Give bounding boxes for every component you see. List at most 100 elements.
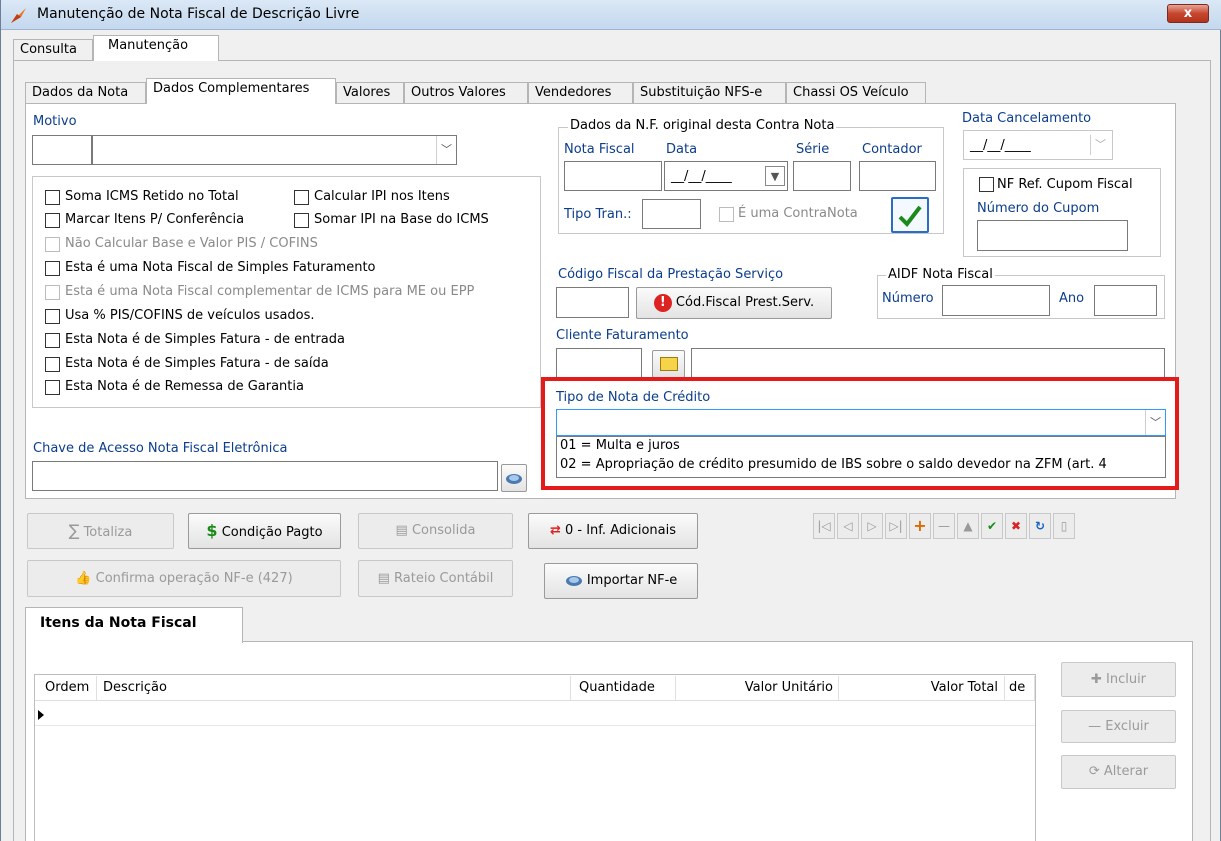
inf-adicionais-button[interactable]: ⇄ 0 - Inf. Adicionais [528,513,698,549]
col-de[interactable]: de [1005,676,1035,700]
chevron-down-icon[interactable]: ﹀ [1145,410,1165,435]
usa-pis-checkbox[interactable] [45,309,60,324]
tab-dados-da-nota[interactable]: Dados da Nota [25,82,146,104]
tab-vendedores[interactable]: Vendedores [528,82,633,104]
tab-outros-valores[interactable]: Outros Valores [404,82,528,104]
importar-nfe-button[interactable]: Importar NF-e [544,563,698,599]
sigma-icon: ∑ [68,521,80,540]
chevron-down-icon[interactable]: ﹀ [436,136,456,164]
simples-faturamento-checkbox[interactable] [45,261,60,276]
arrows-icon: ⇄ [549,523,561,538]
plus-icon: ✚ [1090,672,1102,687]
soma-icms-label: Soma ICMS Retido no Total [65,189,239,204]
tab-dados-complementares[interactable]: Dados Complementares [146,78,336,104]
tab-consulta[interactable]: Consulta [13,39,93,61]
codigo-fiscal-button[interactable]: ! Cód.Fiscal Prest.Serv. [636,287,832,319]
contador-input[interactable] [859,161,936,191]
chevron-down-icon[interactable]: ▼ [765,166,785,186]
col-valor-unitario[interactable]: Valor Unitário [676,676,839,700]
tab-itens-nota-fiscal[interactable]: Itens da Nota Fiscal [25,607,243,643]
itens-tab-label: Itens da Nota Fiscal [40,615,197,631]
chave-label: Chave de Acesso Nota Fiscal Eletrônica [33,441,288,456]
last-record-icon: ▷| [885,513,907,539]
chevron-down-icon: ﹀ [1090,135,1110,155]
aidf-numero-input[interactable] [942,285,1050,316]
tab-manutencao[interactable]: Manutenção [93,35,219,61]
cupom-checkbox[interactable] [979,177,994,192]
codigo-fiscal-button-label: Cód.Fiscal Prest.Serv. [675,295,815,310]
numero-cupom-input[interactable] [977,220,1128,251]
rateio-button: ▤ Rateio Contábil [358,560,513,597]
title-bar: Manutenção de Nota Fiscal de Descrição L… [1,0,1221,30]
nota-fiscal-input[interactable] [564,161,662,191]
cancelamento-label: Data Cancelamento [962,111,1092,126]
col-descricao[interactable]: Descrição [97,676,571,700]
table-row[interactable] [35,701,1035,726]
dollar-icon: $ [206,521,218,540]
motivo-select[interactable]: ﹀ [92,135,457,165]
alterar-button: ⟳ Alterar [1061,755,1176,789]
tipo-tran-label: Tipo Tran.: [564,207,632,222]
insert-record-icon[interactable]: + [909,513,931,539]
refresh-icon[interactable]: ↻ [1029,513,1051,539]
col-ordem[interactable]: Ordem [35,676,97,700]
alterar-label: Alterar [1103,764,1149,779]
tipo-credito-select[interactable]: ﹀ [556,409,1166,436]
condicao-pagto-button[interactable]: $ Condição Pagto [188,513,341,549]
soma-icms-checkbox[interactable] [45,190,60,205]
motivo-code-input[interactable] [32,135,92,165]
incluir-button: ✚ Incluir [1061,662,1176,697]
calcular-ipi-checkbox[interactable] [294,190,309,205]
inf-adicionais-label: 0 - Inf. Adicionais [565,523,677,538]
tipo-credito-option-02[interactable]: 02 = Apropriação de crédito presumido de… [560,457,1107,472]
aidf-legend: AIDF Nota Fiscal [886,267,995,282]
tab-chassi-os-veiculo[interactable]: Chassi OS Veículo [786,82,926,104]
somar-ipi-checkbox[interactable] [294,213,309,228]
tab-label: Dados Complementares [153,81,310,96]
calcular-ipi-label: Calcular IPI nos Itens [314,189,450,204]
tab-label: Vendedores [535,85,612,100]
usa-pis-label: Usa % PIS/COFINS de veículos usados. [65,308,315,323]
post-record-icon[interactable]: ✔ [981,513,1003,539]
cancel-record-icon[interactable]: ✖ [1005,513,1027,539]
fatura-saida-checkbox[interactable] [45,357,60,372]
rateio-label: Rateio Contábil [394,571,494,586]
numero-cupom-label: Número do Cupom [977,201,1100,216]
confirma-nfe-button: 👍 Confirma operação NF-e (427) [27,560,341,597]
tab-valores[interactable]: Valores [336,82,404,104]
close-button[interactable]: x [1167,4,1209,23]
tipo-credito-option-01[interactable]: 01 = Multa e juros [560,438,680,453]
document-icon: ▤ [377,571,390,586]
codigo-fiscal-input[interactable] [556,287,629,318]
excluir-button: — Excluir [1061,710,1176,743]
aidf-ano-input[interactable] [1094,285,1157,316]
marcar-itens-checkbox[interactable] [45,213,60,228]
confirm-nf-button[interactable] [891,197,929,233]
cancelamento-date-picker: __/__/____ ﹀ [963,130,1113,160]
window: Manutenção de Nota Fiscal de Descrição L… [0,0,1221,841]
tab-substituicao-nfse[interactable]: Substituição NFS-e [633,82,786,104]
chave-lookup-button[interactable] [501,464,527,492]
col-quantidade[interactable]: Quantidade [571,676,676,700]
codigo-fiscal-label: Código Fiscal da Prestação Serviço [558,267,784,282]
prior-record-icon: ◁ [837,513,859,539]
col-valor-total[interactable]: Valor Total [839,676,1005,700]
fatura-entrada-checkbox[interactable] [45,333,60,348]
remessa-garantia-label: Esta Nota é de Remessa de Garantia [65,379,304,394]
totaliza-label: Totaliza [83,525,133,540]
serie-input[interactable] [793,161,851,191]
next-record-icon: ▷ [861,513,883,539]
checkmark-icon [898,205,922,228]
data-picker[interactable]: __/__/____ ▼ [664,161,788,191]
remessa-garantia-checkbox[interactable] [45,380,60,395]
fatura-entrada-label: Esta Nota é de Simples Fatura - de entra… [65,332,345,347]
excluir-label: Excluir [1105,719,1149,734]
motivo-label: Motivo [33,114,77,129]
simples-faturamento-label: Esta é uma Nota Fiscal de Simples Fatura… [65,260,376,275]
cliente-lookup-button[interactable] [652,350,685,378]
hand-icon [506,474,522,484]
nao-calcular-pis-checkbox [45,237,60,252]
chave-input[interactable] [32,461,498,491]
confirma-nfe-label: Confirma operação NF-e (427) [95,571,293,586]
tipo-tran-input[interactable] [642,199,701,229]
